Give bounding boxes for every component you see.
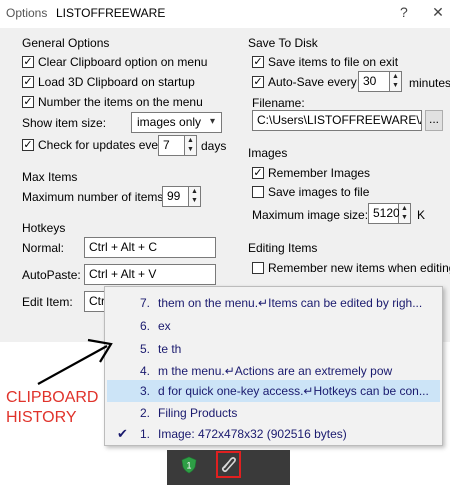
svg-text:1: 1 — [186, 461, 191, 471]
annotation-label: CLIPBOARD HISTORY — [6, 389, 99, 426]
shield-icon[interactable]: 1 — [181, 456, 197, 474]
paperclip-icon[interactable] — [216, 451, 241, 478]
